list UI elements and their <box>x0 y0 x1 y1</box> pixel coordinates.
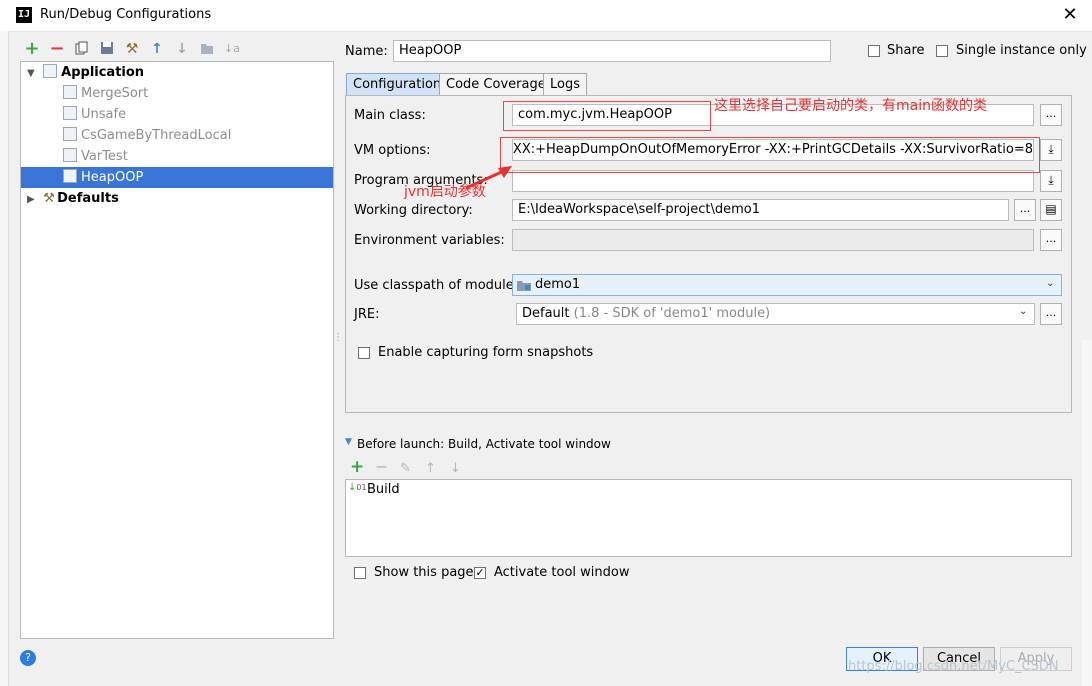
save-icon[interactable] <box>99 41 115 57</box>
title-bar: IJ Run/Debug Configurations ✕ <box>0 0 1092 32</box>
single-instance-checkbox[interactable] <box>936 45 948 57</box>
class-config-icon <box>63 106 77 120</box>
name-label: Name: <box>345 44 388 59</box>
close-window-button[interactable]: ✕ <box>1058 3 1082 27</box>
vm-options-annotation-box <box>500 137 1040 173</box>
tab-logs[interactable]: Logs <box>543 73 587 96</box>
single-instance-label: Single instance only <box>956 43 1087 58</box>
chevron-down-icon[interactable]: ⌄ <box>1019 306 1027 317</box>
snapshots-label: Enable capturing form snapshots <box>378 345 594 360</box>
sort-icon[interactable]: ↓a <box>224 41 240 57</box>
jre-detail: (1.8 - SDK of 'demo1' module) <box>573 306 771 321</box>
module-folder-icon <box>517 279 531 295</box>
tree-item-label: HeapOOP <box>81 170 144 185</box>
before-launch-list[interactable]: ↓01 Build <box>345 479 1072 557</box>
folder-icon[interactable] <box>199 41 215 57</box>
expand-field-icon[interactable]: ⤓ <box>1040 170 1062 192</box>
edit-task-icon[interactable]: ✎ <box>400 461 411 476</box>
add-task-icon[interactable]: + <box>350 457 364 477</box>
env-vars-label: Environment variables: <box>354 233 505 248</box>
show-page-label: Show this page <box>374 565 474 580</box>
activate-window-label: Activate tool window <box>494 565 630 580</box>
tree-item-mergesort[interactable]: MergeSort <box>21 83 333 104</box>
macro-icon[interactable]: ▤ <box>1040 199 1062 221</box>
tab-code-coverage[interactable]: Code Coverage <box>439 73 553 96</box>
class-config-icon <box>63 148 77 162</box>
move-down-icon[interactable]: ↓ <box>174 41 190 57</box>
add-icon[interactable]: + <box>24 40 40 58</box>
wrench-icon: ⚒ <box>43 191 55 206</box>
tree-node-label: Application <box>61 65 145 80</box>
tree-item-vartest[interactable]: VarTest <box>21 146 333 167</box>
before-launch-header[interactable]: Before launch: Build, Activate tool wind… <box>357 437 611 451</box>
window-title: Run/Debug Configurations <box>40 7 212 22</box>
copy-icon[interactable] <box>74 41 90 57</box>
configurations-tree[interactable]: ▼ Application MergeSort Unsafe CsGameByT… <box>20 61 334 639</box>
tree-node-defaults[interactable]: ▶ ⚒ Defaults <box>21 188 333 209</box>
class-config-icon <box>63 85 77 99</box>
move-down-icon[interactable]: ↓ <box>450 461 461 476</box>
share-checkbox[interactable] <box>868 45 880 57</box>
activate-window-checkbox[interactable]: ✓ <box>474 567 486 579</box>
tree-node-label: Defaults <box>57 191 119 206</box>
tree-item-csgamebythreadlocal[interactable]: CsGameByThreadLocal <box>21 125 333 146</box>
chevron-down-icon[interactable]: ⌄ <box>1046 278 1054 289</box>
tree-item-label: MergeSort <box>81 86 149 101</box>
jre-select[interactable]: Default (1.8 - SDK of 'demo1' module) <box>516 303 1035 325</box>
move-up-icon[interactable]: ↑ <box>149 41 165 57</box>
vm-options-label: VM options: <box>354 143 431 158</box>
main-class-browse-button[interactable]: ... <box>1040 104 1062 126</box>
tree-item-label: Unsafe <box>81 107 127 122</box>
share-label: Share <box>887 43 925 58</box>
move-up-icon[interactable]: ↑ <box>425 461 436 476</box>
help-icon[interactable]: ? <box>20 650 36 666</box>
tab-configuration[interactable]: Configuration <box>346 73 449 96</box>
chevron-down-icon[interactable]: ▼ <box>27 63 39 84</box>
main-class-annotation-text: 这里选择自己要启动的类，有main函数的类 <box>714 98 987 114</box>
background-editor-right-edge <box>1082 340 1092 686</box>
wrench-icon[interactable]: ⚒ <box>124 41 140 57</box>
splitter-handle[interactable]: ⋮ <box>333 332 343 343</box>
env-vars-browse-button[interactable]: ... <box>1040 229 1062 251</box>
snapshots-checkbox[interactable] <box>358 347 370 359</box>
application-icon <box>43 64 58 78</box>
build-icon: ↓01 <box>348 482 367 493</box>
working-dir-browse-button[interactable]: ... <box>1014 199 1036 221</box>
jre-browse-button[interactable]: ... <box>1040 303 1062 325</box>
show-page-checkbox[interactable] <box>354 567 366 579</box>
classpath-label: Use classpath of module: <box>354 278 519 293</box>
list-item[interactable]: Build <box>367 482 400 497</box>
tree-item-heapoop[interactable]: HeapOOP <box>21 167 333 188</box>
tree-node-application[interactable]: ▼ Application <box>21 62 333 83</box>
remove-icon[interactable]: − <box>49 40 65 58</box>
chevron-right-icon[interactable]: ▶ <box>27 189 39 210</box>
collapse-triangle-icon[interactable]: ▼ <box>345 437 352 447</box>
annotation-arrow-icon <box>465 166 512 190</box>
jre-value: Default <box>522 306 570 321</box>
watermark: https://blog.csdn.net/MyC_CSDN <box>848 659 1059 674</box>
classpath-module-select[interactable]: demo1 <box>512 274 1062 296</box>
jre-label: JRE: <box>354 307 380 322</box>
working-dir-input[interactable]: E:\IdeaWorkspace\self-project\demo1 <box>512 199 1009 221</box>
class-config-icon <box>63 127 77 141</box>
expand-field-icon[interactable]: ⤓ <box>1040 139 1062 161</box>
tree-item-label: CsGameByThreadLocal <box>81 128 232 143</box>
env-vars-input[interactable] <box>512 229 1034 251</box>
class-config-icon <box>63 169 77 183</box>
remove-task-icon[interactable]: − <box>375 457 388 476</box>
background-editor-left-edge <box>0 31 9 686</box>
tree-item-label: VarTest <box>81 149 128 164</box>
tree-item-unsafe[interactable]: Unsafe <box>21 104 333 125</box>
working-dir-label: Working directory: <box>354 203 473 218</box>
program-args-input[interactable] <box>512 170 1034 192</box>
main-class-label: Main class: <box>354 108 426 123</box>
intellij-app-icon: IJ <box>16 7 32 23</box>
classpath-module-value: demo1 <box>535 277 581 292</box>
main-class-annotation-box <box>503 101 711 131</box>
name-input[interactable]: HeapOOP <box>393 40 831 62</box>
